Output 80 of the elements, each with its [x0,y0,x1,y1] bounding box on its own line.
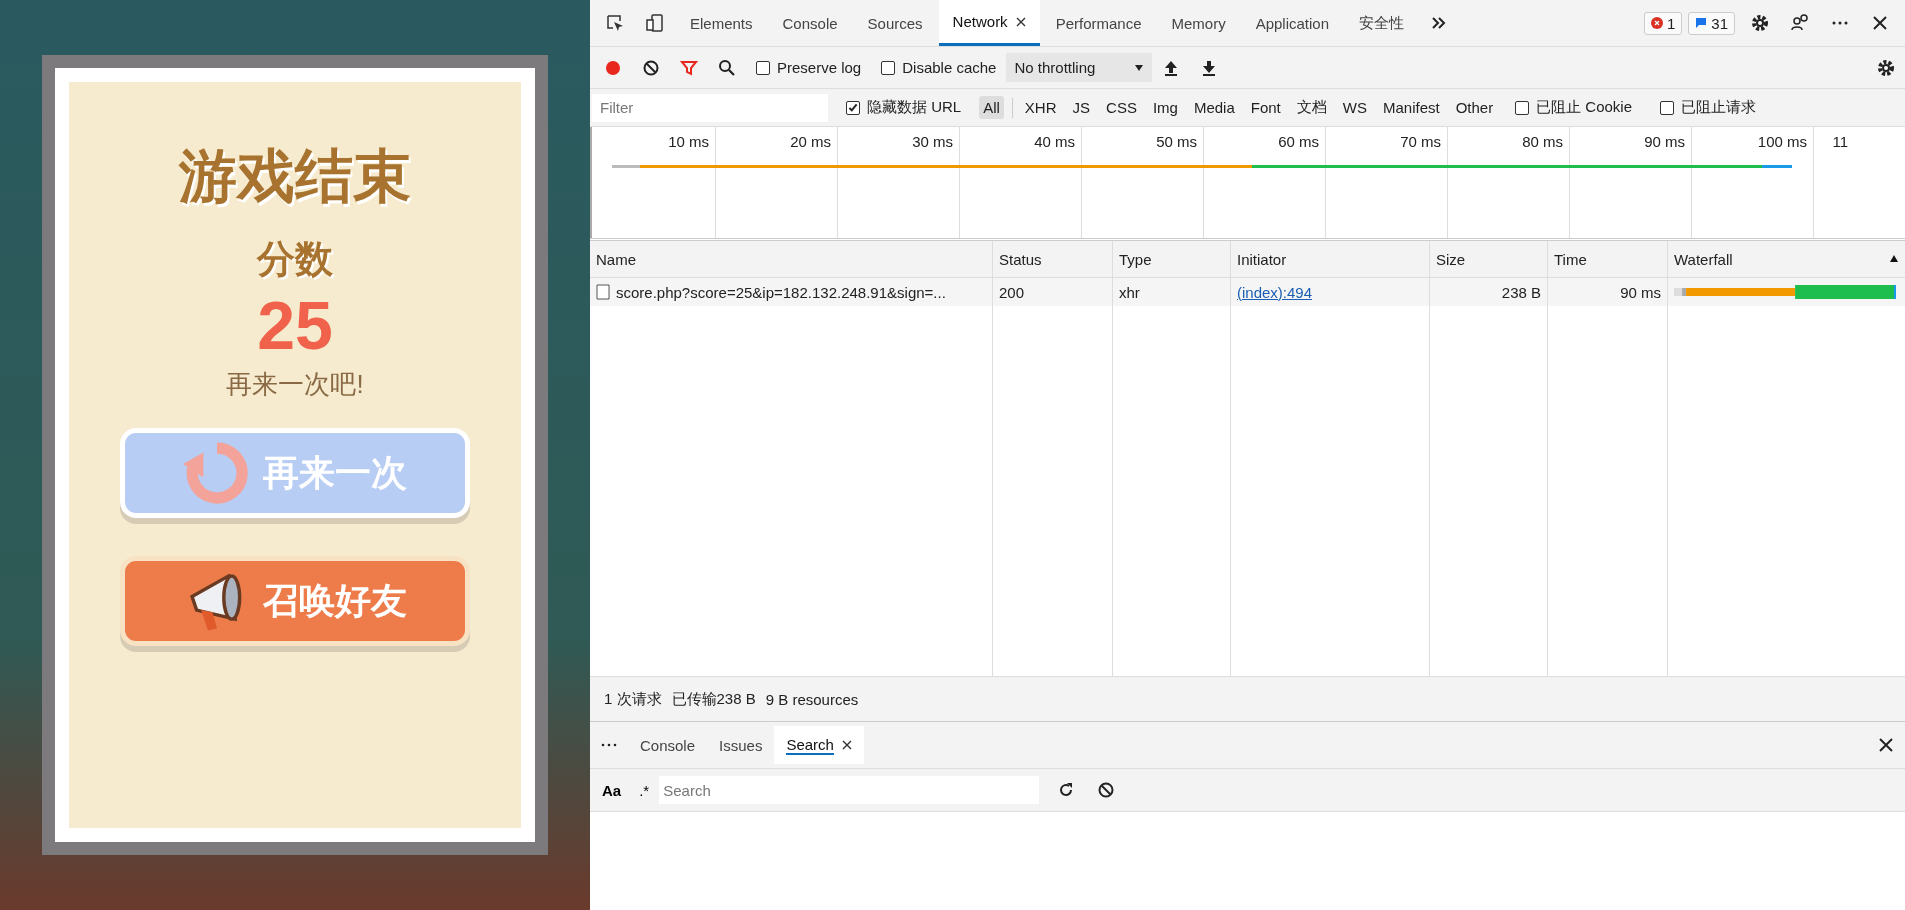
timeline-tick-label: 90 ms [1644,133,1685,150]
timeline-tick-label: 80 ms [1522,133,1563,150]
column-header[interactable]: Status [993,241,1113,277]
close-icon[interactable] [1015,16,1026,27]
retry-message: 再来一次吧! [226,368,364,401]
initiator-link[interactable]: (index):494 [1237,283,1313,301]
score-label: 分数 [257,237,333,282]
devtools-tab[interactable]: Network [938,0,1040,46]
timeline-tick-label: 70 ms [1400,133,1441,150]
resource-type-filter[interactable]: JS [1068,96,1095,119]
search-input[interactable]: Search [659,776,1040,804]
timeline-tick-label: 50 ms [1156,133,1197,150]
sort-arrow-icon [1889,254,1899,264]
status-text: 1 次请求 [604,689,662,709]
column-header[interactable]: Initiator [1231,241,1430,277]
column-header[interactable]: Name [590,241,993,277]
message-icon [1695,17,1708,29]
throttling-dropdown[interactable]: No throttling [1006,53,1153,82]
request-name[interactable]: score.php?score=25&ip=182.132.248.91&sign=... [616,283,946,301]
resource-type-filter[interactable]: Media [1189,96,1239,119]
resource-type-filter[interactable]: WS [1338,96,1371,119]
error-icon [1650,17,1663,29]
device-toolbar-icon[interactable] [645,13,665,33]
type-cell: xhr [1119,283,1140,301]
status-text: 已传输238 B [671,689,756,709]
resource-type-filter[interactable]: XHR [1020,96,1061,119]
column-header[interactable]: Size [1430,241,1548,277]
resource-type-filter[interactable]: 文档 [1292,95,1331,120]
search-icon[interactable] [717,57,737,78]
close-icon[interactable] [841,740,852,750]
timeline-tick-label: 10 ms [668,133,709,150]
filter-input[interactable]: Filter [592,93,828,122]
column-header[interactable]: Type [1113,241,1231,277]
size-cell: 238 B [1501,283,1541,301]
resource-type-filter[interactable]: Manifest [1378,96,1444,119]
disable-cache-checkbox[interactable]: Disable cache [881,59,997,76]
drawer-tab[interactable]: Console [628,726,708,764]
file-icon [596,284,610,300]
checkmark-icon [847,101,859,114]
resource-type-filter[interactable]: Img [1148,96,1182,119]
error-count-badge[interactable]: 1 [1643,11,1683,35]
blocked-requests-checkbox[interactable]: 已阻止请求 [1660,98,1757,117]
status-text: 9 B resources [765,690,859,708]
regex-toggle[interactable]: .* [631,777,658,803]
drawer-tab[interactable]: Issues [707,726,775,764]
devtools-tab[interactable]: Memory [1157,0,1240,46]
preserve-log-checkbox[interactable]: Preserve log [756,59,862,76]
devtools-tab[interactable]: Console [768,0,852,46]
devtools-tab[interactable]: Application [1241,0,1344,46]
devtools-tab[interactable]: 安全性 [1345,0,1419,46]
resource-type-filter[interactable]: All [979,96,1004,119]
hide-data-urls-checkbox[interactable]: 隐藏数据 URL [846,98,962,117]
devtools-tab[interactable]: Sources [853,0,937,46]
timeline-tick-label: 40 ms [1034,133,1075,150]
timeline-tick-label: 30 ms [912,133,953,150]
timeline-tick-label: 20 ms [790,133,831,150]
resource-type-filter[interactable]: CSS [1102,96,1141,119]
message-count-badge[interactable]: 31 [1688,11,1735,35]
resource-type-filter[interactable]: Font [1246,96,1285,119]
blocked-cookies-checkbox[interactable]: 已阻止 Cookie [1515,98,1633,117]
status-cell: 200 [999,283,1025,301]
inspect-icon[interactable] [605,13,625,33]
devtools-tab[interactable]: Performance [1041,0,1156,46]
column-header[interactable]: Time [1548,241,1668,277]
caret-icon [1134,62,1145,73]
match-case-toggle[interactable]: Aa [594,777,630,803]
timeline-tick-label: 100 ms [1757,133,1807,150]
people-icon[interactable] [1790,13,1810,33]
settings-icon[interactable] [1750,13,1770,33]
time-cell: 90 ms [1620,283,1661,301]
timeline-tick-label: 60 ms [1278,133,1319,150]
circular-arrow-icon [183,439,251,507]
resource-type-filter[interactable]: Other [1451,96,1498,119]
timeline-tick-label: 11 [1832,133,1848,150]
devtools-tab[interactable]: Elements [676,0,767,46]
game-over-title: 游戏结束 [179,142,411,210]
column-header[interactable]: Waterfall [1668,241,1905,277]
settings-icon[interactable] [1876,57,1896,78]
score-value: 25 [257,291,333,359]
drawer-tab[interactable]: Search [774,726,864,764]
